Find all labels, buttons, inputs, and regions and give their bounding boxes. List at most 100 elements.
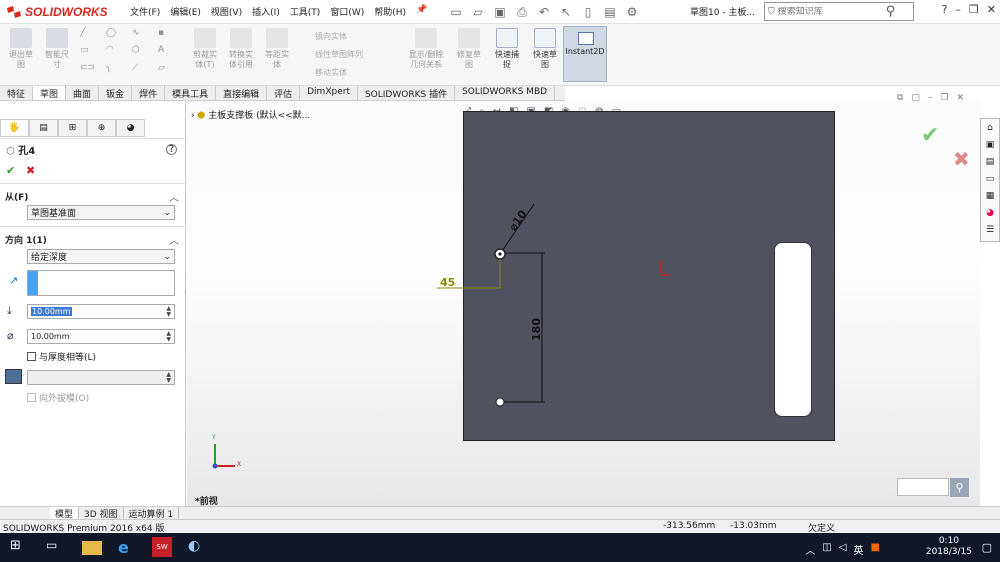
search-scope-icon[interactable]: ⛉ <box>768 7 775 17</box>
file-explorer-taskbar-icon[interactable] <box>82 541 102 555</box>
tab-3d-views[interactable]: 3D 视图 <box>79 507 124 520</box>
tab-features[interactable]: 特征 <box>0 86 34 100</box>
confirm-corner-check-icon[interactable]: ✔ <box>921 123 939 148</box>
move-entities-button[interactable]: 移动实体 <box>315 67 347 78</box>
diameter-input[interactable]: 10.00mm ▲ ▼ <box>27 329 175 344</box>
single-view-icon[interactable]: ▢ <box>911 93 920 103</box>
circle-icon[interactable]: ◯ <box>106 28 128 43</box>
edge-browser-icon[interactable]: e <box>118 538 138 558</box>
windows-start-icon[interactable]: ⊞ <box>10 538 30 558</box>
task-view-icon[interactable]: ▭ <box>46 538 66 558</box>
fillet-icon[interactable]: ╮ <box>106 63 128 78</box>
menu-view[interactable]: 视图(V) <box>211 5 242 18</box>
mirror-entities-button[interactable]: 镜向实体 <box>315 31 347 42</box>
rebuild-icon[interactable]: ▯ <box>579 3 597 21</box>
graphics-search-box[interactable] <box>897 478 949 496</box>
spinner-icon[interactable]: ▲ ▼ <box>166 305 171 318</box>
dimxpert-tab-icon[interactable]: ⊕ <box>87 119 116 137</box>
from-select[interactable]: 草图基准面 ⌄ <box>27 205 175 220</box>
expand-arrow-icon[interactable]: › <box>191 111 195 121</box>
collapse-from-icon[interactable]: ︿ <box>169 189 179 204</box>
spinner-icon[interactable]: ▲ ▼ <box>166 330 171 343</box>
tab-dimxpert[interactable]: DimXpert <box>300 86 358 100</box>
menu-help[interactable]: 帮助(H) <box>374 5 406 18</box>
trim-entities-button[interactable]: 剪裁实 体(T) <box>188 28 222 70</box>
antivirus-icon[interactable]: ■ <box>871 542 880 557</box>
property-manager-tab-icon[interactable]: ▤ <box>29 119 58 137</box>
search-box[interactable]: ⛉ ⚲ <box>764 2 914 21</box>
chamfer-icon[interactable]: ⟋ <box>132 63 154 78</box>
network-icon[interactable]: ◫ <box>822 542 831 557</box>
offset-entities-button[interactable]: 等距实 体 <box>259 28 295 70</box>
menu-insert[interactable]: 插入(I) <box>252 5 280 18</box>
feature-tree-flyout[interactable]: › ⬢ 主板支撑板 (默认<<默... <box>191 108 310 121</box>
configuration-tab-icon[interactable]: ⊞ <box>58 119 87 137</box>
tab-surfaces[interactable]: 曲面 <box>66 86 100 100</box>
file-properties-icon[interactable]: ▤ <box>601 3 619 21</box>
display-relations-button[interactable]: 显示/删除 几何关系 <box>404 28 448 70</box>
spline-icon[interactable]: ∿ <box>132 28 154 43</box>
graphics-area[interactable]: › ⬢ 主板支撑板 (默认<<默... ⤢ ⌕ ↩ ◧ ▣ ◩ ◉ ◌ ◍ ▭ … <box>187 93 980 507</box>
view-palette-icon[interactable]: ▦ <box>981 187 999 204</box>
point-icon[interactable]: ▪ <box>158 28 180 43</box>
pm-help-icon[interactable]: ? <box>166 144 177 155</box>
draft-outward-checkbox[interactable]: 向外拔模(O) <box>27 391 89 404</box>
depth-input[interactable]: 10.00mm ▲ ▼ <box>27 304 175 319</box>
close-icon[interactable]: ✕ <box>987 3 996 16</box>
quick-snaps-button[interactable]: 快速捕 捉 <box>490 28 524 70</box>
search-icon[interactable]: ⚲ <box>886 4 896 19</box>
tab-mbd[interactable]: SOLIDWORKS MBD <box>455 86 556 100</box>
undo-icon[interactable]: ↶ <box>535 3 553 21</box>
rapid-sketch-button[interactable]: 快速草 图 <box>528 28 562 70</box>
smart-dimension-button[interactable]: 智能尺 寸 <box>40 28 74 70</box>
equal-thickness-checkbox[interactable]: 与厚度相等(L) <box>27 350 96 363</box>
display-manager-tab-icon[interactable]: ◕ <box>116 119 145 137</box>
linear-pattern-button[interactable]: 线性草图阵列 <box>315 49 363 60</box>
direction-reference-box[interactable] <box>27 270 175 296</box>
file-explorer-icon[interactable]: ▭ <box>981 170 999 187</box>
print-icon[interactable]: ⎙ <box>513 3 531 21</box>
volume-icon[interactable]: ◁ <box>839 542 847 557</box>
exit-sketch-button[interactable]: 退出草 图 <box>6 28 36 70</box>
slot-icon[interactable]: ⊂⊃ <box>80 63 102 78</box>
viewport-close-icon[interactable]: ✕ <box>956 93 964 103</box>
support-plate-body[interactable] <box>463 111 835 441</box>
cancel-x-icon[interactable]: ✖ <box>26 164 35 177</box>
rectangle-icon[interactable]: ▭ <box>80 45 102 60</box>
home-icon[interactable]: ⌂ <box>981 119 999 136</box>
arc-icon[interactable]: ◠ <box>106 45 128 60</box>
line-icon[interactable]: ╱ <box>80 28 102 43</box>
tab-motion-study[interactable]: 运动算例 1 <box>124 507 180 520</box>
appearances-icon[interactable]: ◕ <box>981 204 999 221</box>
app-taskbar-icon[interactable]: ◐ <box>188 538 208 558</box>
clock[interactable]: 0:10 2018/3/15 <box>926 536 972 558</box>
tray-chevron-icon[interactable]: ︿ <box>805 542 815 557</box>
tab-model[interactable]: 模型 <box>50 507 80 520</box>
text-icon[interactable]: A <box>158 45 180 60</box>
ok-check-icon[interactable]: ✔ <box>6 164 15 177</box>
split-view-icon[interactable]: ⧉ <box>897 93 903 103</box>
resources-icon[interactable]: ▣ <box>981 136 999 153</box>
custom-properties-icon[interactable]: ☰ <box>981 221 999 238</box>
tab-sheet-metal[interactable]: 钣金 <box>99 86 133 100</box>
tab-weldments[interactable]: 焊件 <box>132 86 166 100</box>
save-icon[interactable]: ▣ <box>491 3 509 21</box>
solidworks-taskbar-icon[interactable]: SW <box>152 537 172 557</box>
direction-arrow-icon[interactable]: ↗ <box>9 274 18 287</box>
vertical-dimension-label[interactable]: 180 <box>530 318 543 341</box>
ime-indicator[interactable]: 英 <box>854 542 864 557</box>
graphics-search-icon[interactable]: ⚲ <box>950 478 969 497</box>
polygon-icon[interactable]: ⬡ <box>132 45 154 60</box>
open-icon[interactable]: ▱ <box>469 3 487 21</box>
collapse-direction-icon[interactable]: ︿ <box>169 232 179 247</box>
restore-icon[interactable]: ❐ <box>969 3 979 16</box>
convert-entities-button[interactable]: 转换实 体引用 <box>223 28 259 70</box>
menu-window[interactable]: 窗口(W) <box>330 5 364 18</box>
slot-cutout[interactable] <box>774 242 812 417</box>
design-library-icon[interactable]: ▤ <box>981 153 999 170</box>
draft-icon[interactable] <box>5 369 22 384</box>
draft-angle-input[interactable]: ▲ ▼ <box>27 370 175 385</box>
repair-sketch-button[interactable]: 修复草 图 <box>452 28 486 70</box>
tab-mold-tools[interactable]: 模具工具 <box>165 86 217 100</box>
end-condition-select[interactable]: 给定深度 ⌄ <box>27 249 175 264</box>
